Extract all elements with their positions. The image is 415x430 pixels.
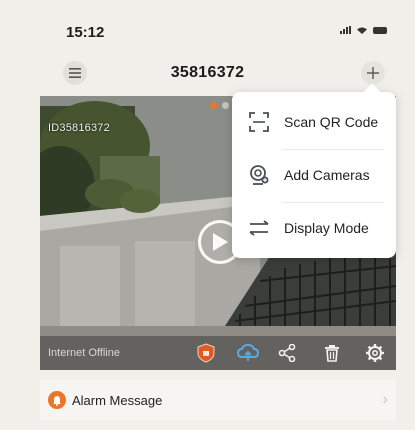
- alarm-shield-button[interactable]: [195, 342, 217, 364]
- delete-button[interactable]: [321, 342, 343, 364]
- camera-id-label: ID35816372: [48, 122, 110, 134]
- menu-item-display-mode[interactable]: Display Mode: [232, 203, 396, 253]
- add-menu-popup: Scan QR Code Add Cameras Display Mode: [232, 83, 396, 258]
- page-title: 35816372: [170, 64, 245, 81]
- menu-item-label: Scan QR Code: [284, 114, 379, 130]
- page-indicator: [210, 102, 229, 109]
- trash-icon: [325, 345, 339, 362]
- menu-item-label: Add Cameras: [284, 167, 370, 183]
- page-dot-active: [210, 102, 217, 109]
- add-camera-icon: [246, 162, 272, 188]
- cloud-button[interactable]: [237, 342, 259, 364]
- wifi-icon: [357, 27, 367, 34]
- signal-icon: [340, 26, 351, 34]
- status-time: 15:12: [66, 24, 105, 41]
- alarm-message-label: Alarm Message: [72, 393, 163, 408]
- display-mode-icon: [246, 215, 272, 241]
- camera-toolbar: Internet Offline: [40, 336, 396, 370]
- status-icons: [340, 26, 387, 34]
- alarm-message-row[interactable]: Alarm Message ›: [40, 380, 396, 420]
- chevron-right-icon: ›: [382, 391, 388, 408]
- cloud-icon: [237, 344, 259, 361]
- menu-item-label: Display Mode: [284, 220, 369, 236]
- plus-icon: [367, 67, 379, 79]
- page-dot: [222, 102, 229, 109]
- menu-item-scan-qr[interactable]: Scan QR Code: [232, 97, 396, 147]
- menu-item-add-cameras[interactable]: Add Cameras: [232, 150, 396, 200]
- add-button[interactable]: [361, 61, 385, 85]
- share-button[interactable]: [276, 342, 298, 364]
- share-icon: [278, 344, 296, 362]
- gear-icon: [366, 344, 384, 362]
- alarm-bell-icon: [48, 391, 66, 409]
- scan-qr-icon: [246, 109, 272, 135]
- play-icon: [213, 233, 228, 251]
- settings-button[interactable]: [364, 342, 386, 364]
- status-bar: 15:12: [0, 0, 415, 50]
- shield-icon: [197, 343, 215, 363]
- nav-bar: 35816372: [0, 55, 415, 93]
- battery-icon: [373, 26, 387, 34]
- connection-status: Internet Offline: [48, 347, 120, 359]
